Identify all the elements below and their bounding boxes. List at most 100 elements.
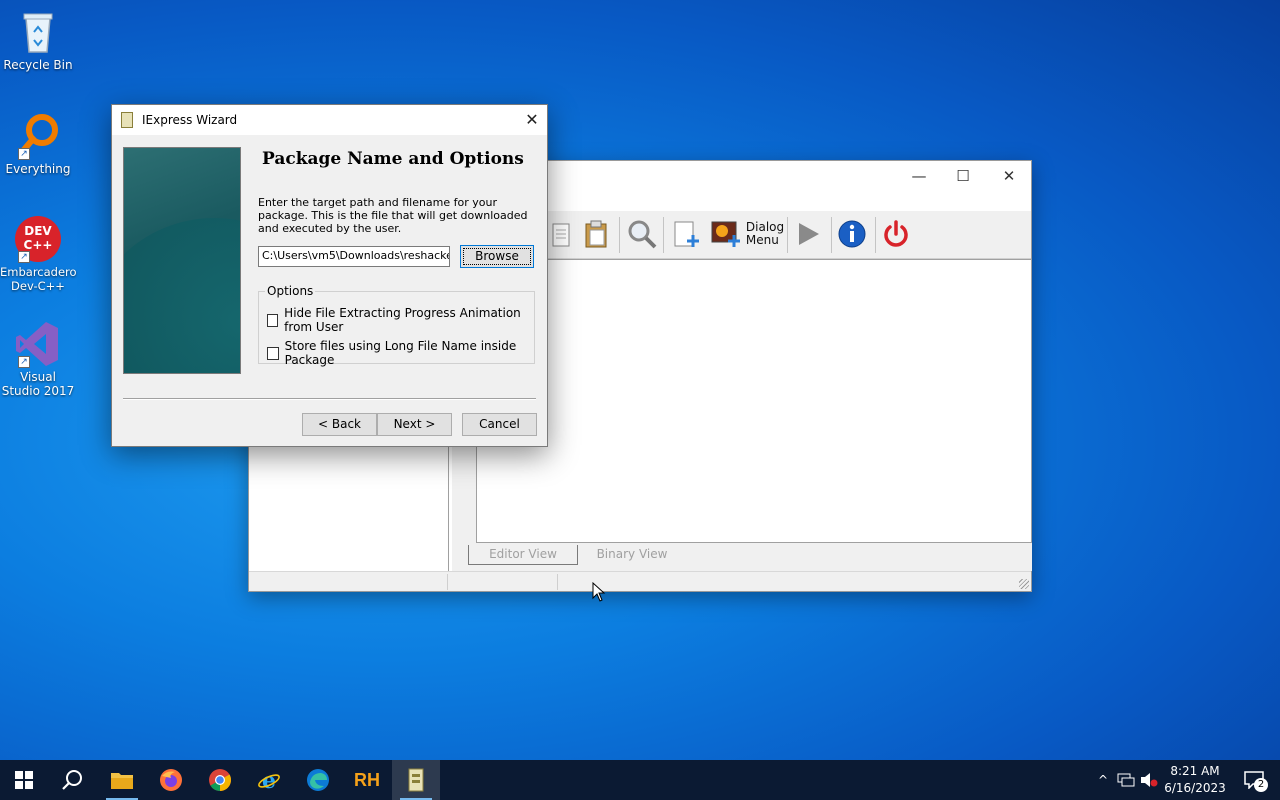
info-icon bbox=[838, 220, 866, 248]
taskbar-clock[interactable]: 8:21 AM 6/16/2023 bbox=[1160, 763, 1230, 797]
tab-editor-view[interactable]: Editor View bbox=[468, 545, 578, 565]
mouse-cursor-icon bbox=[592, 582, 606, 602]
find-button[interactable] bbox=[625, 217, 659, 251]
option-label: Hide File Extracting Progress Animation … bbox=[284, 306, 521, 334]
desktop-icon-label: Recycle Bin bbox=[3, 58, 73, 72]
paste-button[interactable] bbox=[579, 217, 613, 251]
volume-muted-icon bbox=[1141, 773, 1158, 787]
clock-date: 6/16/2023 bbox=[1164, 781, 1226, 795]
devcpp-icon: DEV C++ ↗ bbox=[14, 215, 62, 263]
package-path-input[interactable]: C:\Users\vm5\Downloads\reshacker_s bbox=[258, 246, 450, 267]
dialog-title: IExpress Wizard bbox=[142, 113, 238, 127]
wizard-banner-image bbox=[123, 147, 241, 374]
firefox-icon bbox=[160, 769, 182, 791]
minimize-button[interactable]: — bbox=[897, 165, 941, 187]
iexpress-wizard-dialog: IExpress Wizard ✕ Package Name and Optio… bbox=[111, 104, 548, 447]
about-button[interactable] bbox=[835, 217, 869, 251]
option-label: Store files using Long File Name inside … bbox=[284, 339, 517, 367]
tray-network[interactable] bbox=[1114, 760, 1138, 800]
power-icon bbox=[884, 220, 908, 247]
shortcut-arrow-icon: ↗ bbox=[18, 251, 30, 263]
taskbar-internet-explorer[interactable]: e bbox=[245, 760, 293, 800]
file-explorer-icon bbox=[111, 773, 133, 789]
add-resource-button[interactable] bbox=[669, 217, 703, 251]
back-button[interactable]: < Back bbox=[302, 413, 377, 436]
desktop-icon-everything[interactable]: ↗ Everything bbox=[0, 112, 76, 176]
tray-show-hidden-icons[interactable]: ^ bbox=[1092, 760, 1114, 800]
tray-volume[interactable] bbox=[1138, 760, 1160, 800]
copy-icon bbox=[552, 223, 570, 247]
taskbar: e RH ^ 8:21 AM 6/16/2023 2 bbox=[0, 760, 1280, 800]
notification-count-badge: 2 bbox=[1254, 778, 1268, 792]
edge-icon bbox=[307, 769, 329, 791]
taskbar-iexpress[interactable] bbox=[392, 760, 440, 800]
run-button[interactable] bbox=[791, 217, 825, 251]
chrome-icon bbox=[209, 769, 231, 791]
dialog-menu-button[interactable]: Dialog Menu bbox=[745, 217, 785, 251]
close-button[interactable]: ✕ bbox=[987, 165, 1031, 187]
next-button[interactable]: Next > bbox=[377, 413, 452, 436]
next-label: Next > bbox=[393, 417, 436, 431]
dialog-menu-label: Dialog Menu bbox=[745, 220, 785, 247]
dialog-close-button[interactable]: ✕ bbox=[517, 105, 547, 135]
image-plus-icon bbox=[711, 221, 740, 247]
option-hide-animation[interactable]: Hide File Extracting Progress Animation … bbox=[267, 306, 534, 334]
everything-search-icon: ↗ bbox=[14, 112, 62, 160]
taskbar-resource-hacker[interactable]: RH bbox=[343, 760, 391, 800]
desktop-icon-devcpp[interactable]: DEV C++ ↗ Embarcadero Dev-C++ bbox=[0, 215, 77, 293]
desktop-icon-label: Visual Studio 2017 bbox=[1, 370, 75, 398]
hide-animation-checkbox[interactable] bbox=[267, 313, 279, 327]
desktop-icon-label: Embarcadero Dev-C++ bbox=[0, 265, 77, 293]
start-button[interactable] bbox=[0, 760, 48, 800]
add-image-resource-button[interactable] bbox=[709, 217, 743, 251]
tab-label: Binary View bbox=[596, 547, 668, 561]
devcpp-icon-text: DEV C++ bbox=[23, 224, 53, 252]
iexpress-app-icon bbox=[121, 112, 133, 128]
new-page-plus-icon bbox=[674, 221, 699, 247]
resource-hacker-icon: RH bbox=[354, 769, 380, 790]
play-icon bbox=[799, 223, 819, 245]
cancel-button[interactable]: Cancel bbox=[462, 413, 537, 436]
network-icon bbox=[1117, 773, 1135, 787]
shortcut-arrow-icon: ↗ bbox=[18, 148, 30, 160]
tab-label: Editor View bbox=[489, 547, 557, 561]
desktop-icon-label: Everything bbox=[5, 162, 71, 176]
options-group-label: Options bbox=[265, 284, 316, 298]
options-group: Options Hide File Extracting Progress An… bbox=[258, 284, 535, 367]
magnifier-icon bbox=[628, 220, 657, 249]
long-file-name-checkbox[interactable] bbox=[267, 346, 279, 360]
clock-time: 8:21 AM bbox=[1170, 764, 1220, 778]
desktop-icon-visual-studio[interactable]: ↗ Visual Studio 2017 bbox=[0, 320, 76, 398]
exit-button[interactable] bbox=[879, 217, 913, 251]
browse-button[interactable]: Browse bbox=[460, 245, 534, 268]
windows-logo-icon bbox=[15, 771, 33, 789]
status-bar bbox=[249, 571, 1031, 591]
resize-grip-icon[interactable] bbox=[1019, 579, 1029, 589]
taskbar-chrome[interactable] bbox=[196, 760, 244, 800]
tab-binary-view[interactable]: Binary View bbox=[582, 545, 682, 565]
option-long-file-name[interactable]: Store files using Long File Name inside … bbox=[267, 339, 534, 367]
editor-area[interactable] bbox=[476, 259, 1032, 543]
footer-divider bbox=[123, 398, 536, 400]
page-heading: Package Name and Options bbox=[262, 149, 524, 169]
browse-label: Browse bbox=[463, 248, 531, 265]
chevron-up-icon: ^ bbox=[1097, 773, 1109, 787]
taskbar-firefox[interactable] bbox=[147, 760, 195, 800]
paste-icon bbox=[585, 220, 607, 248]
action-center-button[interactable]: 2 bbox=[1234, 760, 1274, 800]
iexpress-icon bbox=[408, 768, 424, 792]
taskbar-file-explorer[interactable] bbox=[98, 760, 146, 800]
maximize-button[interactable]: ☐ bbox=[941, 165, 985, 187]
visual-studio-icon: ↗ bbox=[14, 320, 62, 368]
shortcut-arrow-icon: ↗ bbox=[18, 356, 30, 368]
recycle-bin-icon bbox=[14, 8, 62, 56]
search-icon bbox=[62, 770, 82, 790]
ie-icon: e bbox=[258, 768, 280, 792]
page-description: Enter the target path and filename for y… bbox=[258, 196, 528, 235]
cancel-label: Cancel bbox=[479, 417, 520, 431]
search-button[interactable] bbox=[48, 760, 96, 800]
taskbar-edge[interactable] bbox=[294, 760, 342, 800]
desktop-icon-recycle-bin[interactable]: Recycle Bin bbox=[0, 8, 76, 72]
back-label: < Back bbox=[317, 417, 361, 431]
dialog-title-bar: IExpress Wizard ✕ bbox=[112, 105, 547, 135]
